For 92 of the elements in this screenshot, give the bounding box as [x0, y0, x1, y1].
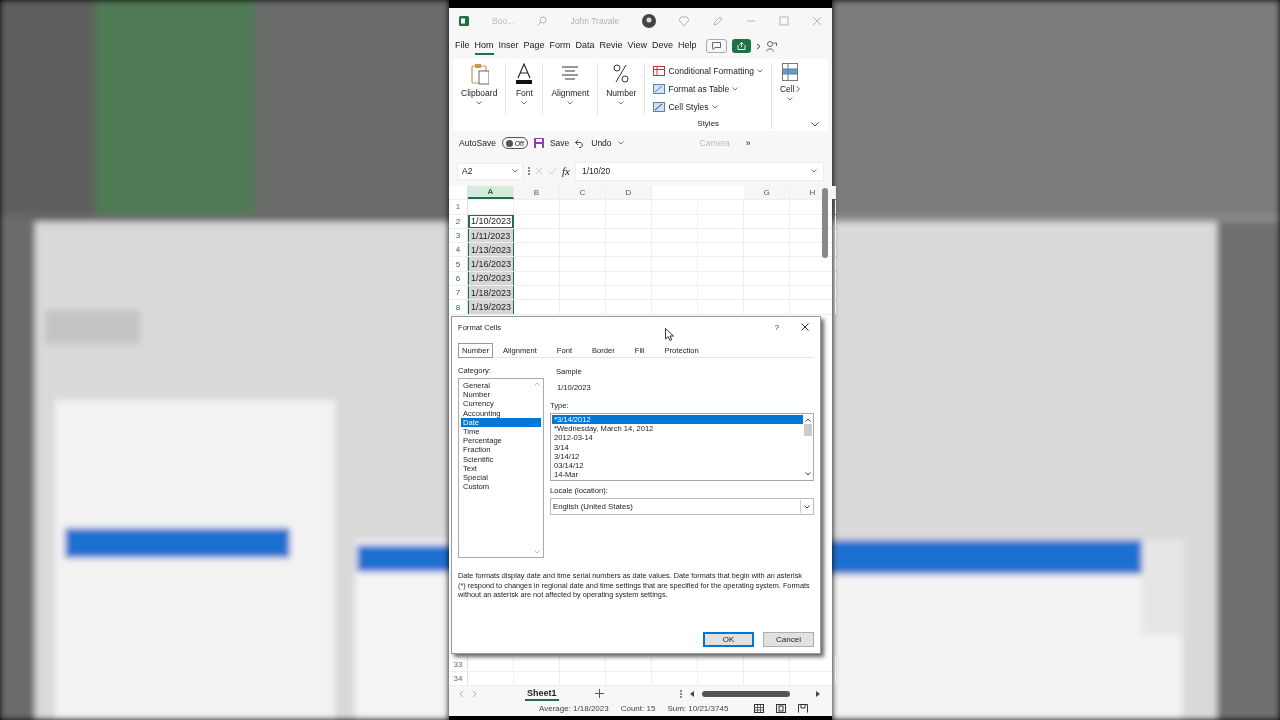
caret-icon: [786, 97, 793, 101]
share-icon: [736, 42, 746, 50]
more-icon[interactable]: [679, 689, 682, 698]
sheet-tab[interactable]: Sheet1: [525, 686, 559, 701]
status-text: Sum: 10/21/3745: [667, 704, 729, 713]
table-cell[interactable]: 1/18/2023: [468, 286, 514, 300]
column-header[interactable]: A: [468, 186, 514, 200]
ribbon-group-label[interactable]: Alignment: [551, 88, 590, 98]
pointer-icon: [665, 328, 674, 341]
formula-input[interactable]: 1/10/20: [574, 161, 824, 181]
column-header[interactable]: C: [560, 186, 606, 200]
spreadsheet-app-icon[interactable]: [459, 15, 469, 26]
cells-grid-icon[interactable]: [781, 63, 798, 81]
avatar-icon[interactable]: [642, 13, 657, 28]
ribbon-group-label: Styles: [697, 119, 720, 128]
ribbon-tab[interactable]: Hom: [474, 37, 494, 55]
status-text: Count: 15: [620, 704, 656, 713]
comment-icon: [711, 42, 721, 50]
ribbon-group-label[interactable]: Cell: [779, 84, 795, 94]
column-header[interactable]: H: [790, 186, 836, 200]
cancel-button[interactable]: Cancel: [763, 632, 814, 647]
ribbon-command[interactable]: Conditional Formatting: [668, 66, 754, 76]
scroll-left-icon[interactable]: [689, 690, 694, 697]
ribbon-group-label[interactable]: Clipboard: [461, 88, 498, 98]
ribbon-tab[interactable]: File: [455, 37, 470, 55]
caret-icon: [711, 105, 718, 109]
chevron-right-icon[interactable]: [755, 42, 761, 50]
insert-function-button[interactable]: fx: [562, 165, 570, 177]
row-header[interactable]: 1: [449, 200, 468, 214]
row-header[interactable]: 34: [449, 671, 468, 685]
caret-icon: [567, 101, 574, 105]
comment-button[interactable]: [705, 39, 727, 53]
save-icon[interactable]: [533, 138, 544, 148]
close-icon[interactable]: [801, 323, 809, 331]
ribbon-tab[interactable]: Form: [549, 37, 571, 55]
check-icon[interactable]: [548, 167, 557, 175]
cell-styles-icon: [653, 102, 666, 112]
status-text: Average: 1/18/2023: [539, 704, 609, 713]
ribbon-tab[interactable]: Revie: [599, 37, 623, 55]
row-header[interactable]: 33: [449, 657, 468, 671]
scroll-right-icon[interactable]: [815, 690, 820, 697]
undo-label[interactable]: Undo: [591, 138, 612, 148]
ribbon-tab[interactable]: Data: [575, 37, 595, 55]
save-label[interactable]: Save: [549, 138, 570, 148]
ribbon-command[interactable]: Format as Table: [668, 84, 730, 94]
page-layout-icon[interactable]: [776, 704, 787, 713]
ribbon-tab[interactable]: Inser: [498, 37, 519, 55]
undo-dropdown-icon: [617, 141, 624, 145]
name-box[interactable]: A2: [457, 162, 523, 180]
column-header[interactable]: B: [514, 186, 560, 200]
ok-button[interactable]: OK: [703, 632, 754, 647]
ribbon-group-label[interactable]: Font: [515, 88, 533, 98]
scrollbar-thumb[interactable]: [822, 188, 828, 258]
scroll-down-icon[interactable]: [804, 472, 811, 476]
undo-icon[interactable]: [575, 138, 586, 148]
conditional-formatting-icon: [653, 66, 666, 76]
chevron-right-icon: [795, 86, 800, 92]
font-color-icon[interactable]: [514, 63, 535, 85]
add-sheet-icon[interactable]: [594, 689, 604, 698]
ribbon-tab[interactable]: View: [627, 37, 647, 55]
ribbon-command[interactable]: Cell Styles: [668, 102, 709, 112]
percent-icon[interactable]: [611, 63, 632, 85]
scrollbar-thumb[interactable]: [803, 424, 812, 436]
more-commands-button[interactable]: »: [745, 138, 751, 148]
dropdown-icon: [804, 504, 810, 509]
caret-icon: [618, 101, 625, 105]
caret-icon: [476, 101, 483, 105]
ribbon-tab[interactable]: Deve: [651, 37, 673, 55]
scroll-up-icon[interactable]: [804, 418, 811, 422]
expand-icon: [811, 169, 817, 173]
horizontal-scrollbar-thumb[interactable]: [701, 690, 790, 697]
column-header[interactable]: G: [744, 186, 790, 200]
collapse-ribbon-icon[interactable]: [810, 122, 819, 127]
share-button[interactable]: [731, 39, 751, 53]
table-style-icon: [653, 84, 666, 94]
table-cell[interactable]: 1/16/2023: [468, 257, 514, 271]
normal-view-icon[interactable]: [754, 704, 765, 713]
clipboard-icon[interactable]: [469, 63, 490, 85]
table-cell[interactable]: 1/19/2023: [468, 300, 514, 314]
ribbon-group-label[interactable]: Number: [606, 88, 637, 98]
person-feedback-icon[interactable]: [765, 40, 777, 52]
table-cell[interactable]: 1/13/2023: [468, 243, 514, 257]
column-header[interactable]: D: [606, 186, 652, 200]
ribbon-tab[interactable]: Help: [678, 37, 697, 55]
caret-icon: [756, 69, 763, 73]
caret-icon: [732, 87, 739, 91]
caret-icon: [521, 101, 528, 105]
caret-icon: [512, 169, 518, 173]
user-name: John Travale: [570, 15, 620, 26]
ribbon-tab[interactable]: Page: [523, 37, 545, 55]
autosave-label: AutoSave: [459, 138, 496, 148]
page-break-icon[interactable]: [798, 704, 809, 713]
